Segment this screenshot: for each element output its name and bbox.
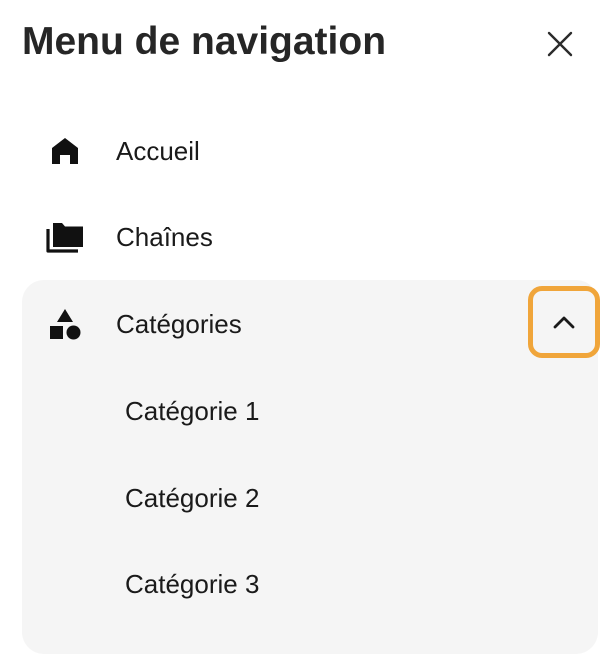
sub-item-category-3[interactable]: Catégorie 3 [22, 541, 598, 628]
close-icon [547, 31, 573, 57]
folders-icon [44, 216, 86, 258]
chevron-up-icon [553, 316, 575, 329]
nav-item-categories[interactable]: Catégories [22, 280, 600, 368]
collapse-toggle-button[interactable] [528, 286, 600, 358]
shapes-icon [44, 303, 86, 345]
sub-item-category-2[interactable]: Catégorie 2 [22, 455, 598, 542]
navigation-drawer: Menu de navigation Accueil Chaînes Catég… [0, 0, 611, 666]
nav-item-home[interactable]: Accueil [22, 108, 598, 194]
nav-item-channels[interactable]: Chaînes [22, 194, 598, 280]
sub-item-label: Catégorie 1 [125, 396, 260, 427]
nav-list: Accueil Chaînes Catégories Catégorie 1 C… [22, 108, 600, 654]
sub-item-label: Catégorie 3 [125, 569, 260, 600]
nav-item-label: Accueil [116, 136, 200, 166]
close-button[interactable] [537, 21, 583, 67]
categories-group: Catégories Catégorie 1 Catégorie 2 Catég… [22, 280, 600, 654]
categories-sub-list: Catégorie 1 Catégorie 2 Catégorie 3 [22, 368, 598, 628]
nav-item-label: Catégories [116, 309, 242, 339]
drawer-title: Menu de navigation [22, 20, 387, 63]
sub-item-label: Catégorie 2 [125, 482, 260, 513]
sub-item-category-1[interactable]: Catégorie 1 [22, 368, 598, 455]
home-icon [44, 130, 86, 172]
nav-item-label: Chaînes [116, 222, 213, 252]
